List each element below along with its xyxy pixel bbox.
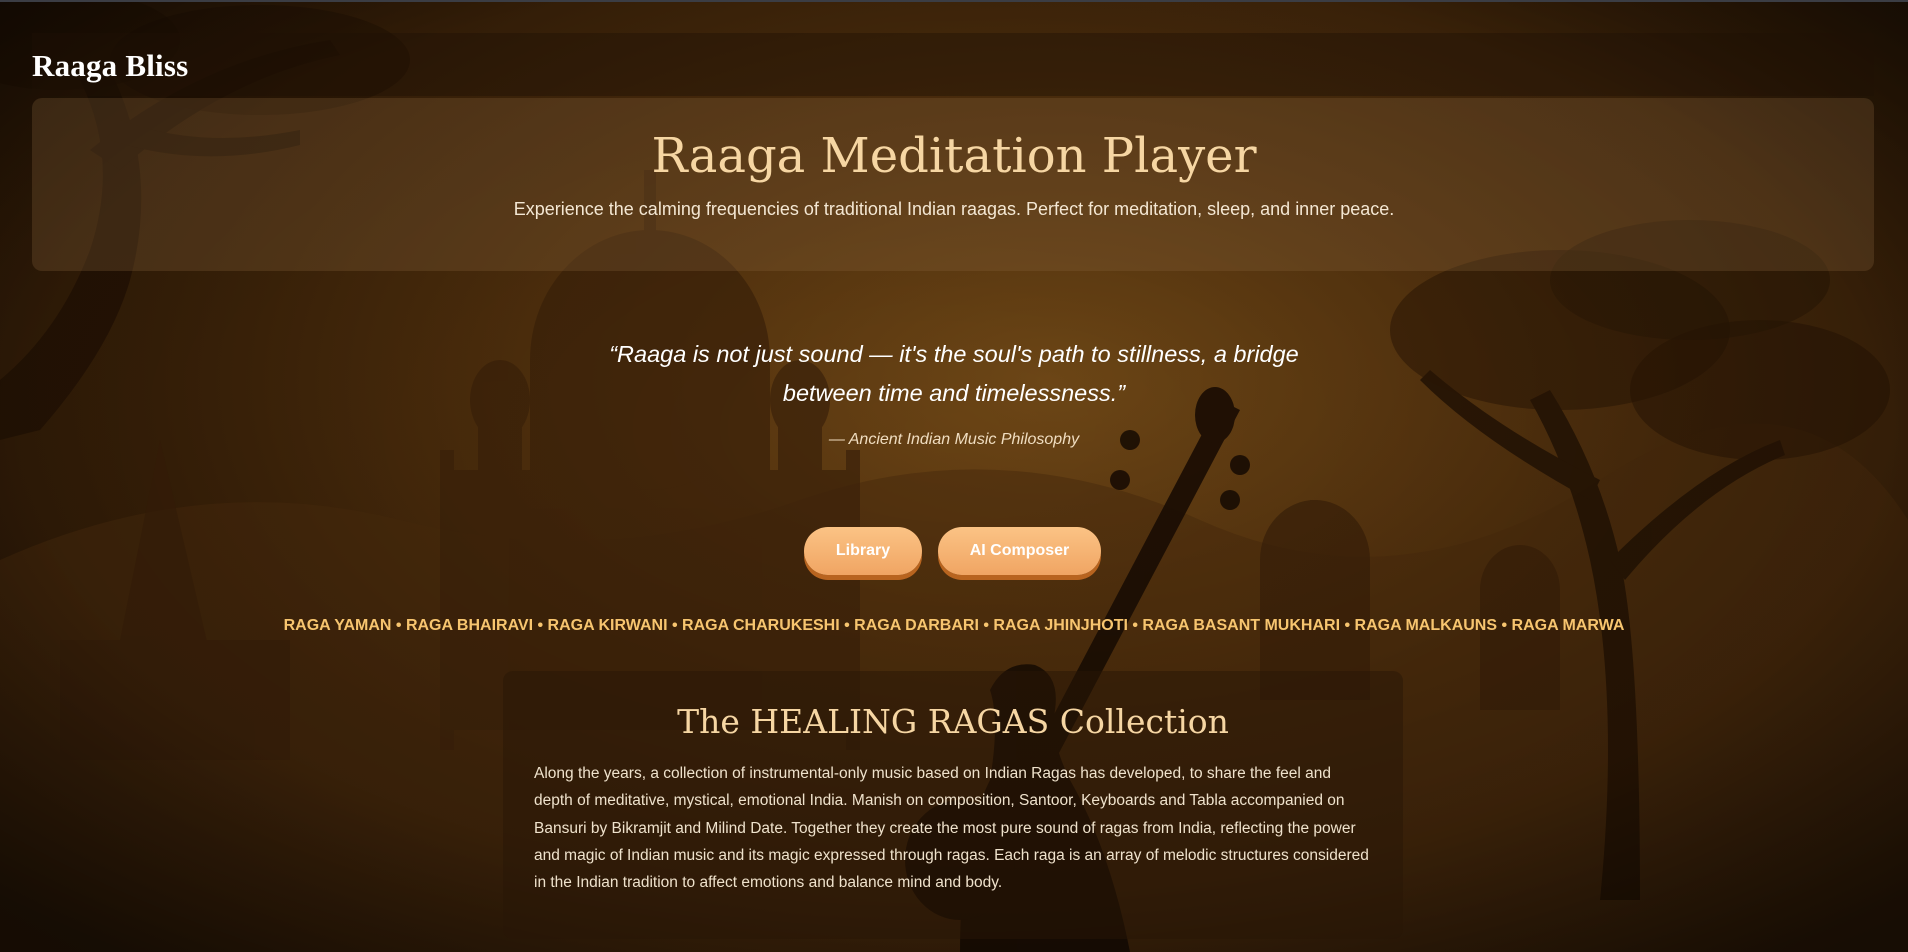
- page-subtitle: Experience the calming frequencies of tr…: [513, 199, 1395, 219]
- quote-attribution: — Ancient Indian Music Philosophy: [828, 431, 1080, 448]
- collection-title: The HEALING RAGAS Collection: [677, 702, 1229, 741]
- quote-text: “Raaga is not just sound — it's the soul…: [609, 341, 1299, 406]
- top-border: [0, 0, 1908, 2]
- page-title: Raaga Meditation Player: [651, 128, 1257, 184]
- raga-list-strip: RAGA YAMAN • RAGA BHAIRAVI • RAGA KIRWAN…: [283, 617, 1625, 634]
- header-bar: [32, 33, 1874, 96]
- library-button[interactable]: Library: [804, 527, 922, 575]
- brand-logo-text[interactable]: Raaga Bliss: [32, 48, 188, 84]
- hero-card: [32, 98, 1874, 271]
- ai-composer-button[interactable]: AI Composer: [938, 527, 1101, 575]
- collection-description: Along the years, a collection of instrum…: [534, 765, 1369, 892]
